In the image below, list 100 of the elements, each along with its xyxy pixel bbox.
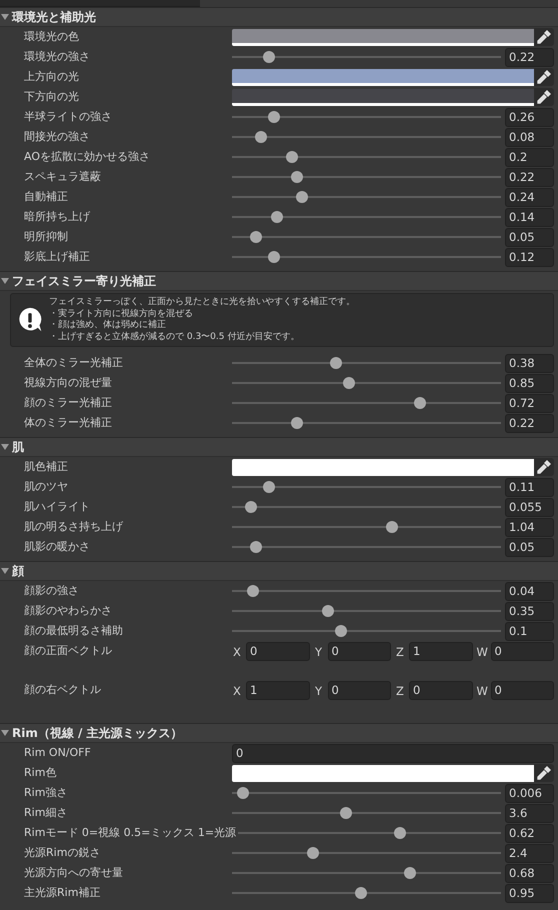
number-field[interactable]: 1 [409,642,472,661]
slider-thumb[interactable] [291,417,304,429]
foldout-arrow-icon[interactable] [1,443,9,451]
number-field[interactable]: 0.006 [505,784,554,802]
number-field[interactable]: 0.24 [505,188,554,206]
property-label: 顔影の強さ [24,584,80,598]
slider-thumb[interactable] [404,867,416,879]
number-field[interactable]: 0 [328,681,391,700]
foldout-arrow-icon[interactable] [1,567,9,575]
property-label: 下方向の光 [24,90,80,104]
number-field[interactable]: 0 [328,642,391,661]
section-header[interactable]: 肌 [0,437,558,457]
slider-thumb[interactable] [244,501,257,513]
foldout-arrow-icon[interactable] [1,729,9,737]
slider-thumb[interactable] [322,605,334,617]
number-field[interactable]: 0.62 [505,824,554,842]
slider-thumb[interactable] [286,151,298,163]
property-label: 半球ライトの強さ [24,110,113,124]
slider-thumb[interactable] [291,171,304,183]
color-swatch[interactable] [232,88,534,106]
slider-thumb[interactable] [268,111,280,123]
slider-thumb[interactable] [414,397,426,409]
slider-thumb[interactable] [237,787,250,799]
color-swatch[interactable] [232,68,534,86]
number-field[interactable]: 3.6 [505,804,554,822]
number-field[interactable]: 0 [490,642,554,661]
property-label: 顔影のやわらかさ [24,604,113,618]
property-label: 体のミラー光補正 [24,416,113,430]
slider-thumb[interactable] [296,191,308,203]
number-field[interactable]: 0.22 [505,414,554,432]
number-field[interactable]: 1 [246,681,310,700]
number-field[interactable]: 0 [246,642,310,661]
number-field[interactable]: 2.4 [505,844,554,862]
number-field[interactable]: 0.05 [505,228,554,246]
axis-label: X [232,644,242,658]
section-header[interactable]: 顔 [0,561,558,581]
number-field[interactable]: 0 [409,681,472,700]
number-field[interactable]: 0.85 [505,374,554,392]
section-header[interactable]: Rim（視線 / 主光源ミックス） [0,723,558,743]
property-label: 光源Rimの鋭さ [24,846,102,860]
color-swatch[interactable] [232,458,534,476]
number-field[interactable]: 0.08 [505,128,554,146]
number-field[interactable]: 0.22 [505,48,554,66]
slider-thumb[interactable] [306,847,319,859]
eyedropper-icon[interactable] [534,68,554,86]
property-label: 明所抑制 [24,230,69,244]
eyedropper-icon[interactable] [534,764,554,782]
color-swatch[interactable] [232,764,534,782]
slider-thumb[interactable] [250,231,262,243]
slider-thumb[interactable] [334,625,347,637]
number-field[interactable]: 0.22 [505,168,554,186]
slider-thumb[interactable] [250,541,262,553]
number-field[interactable]: 0.05 [505,538,554,556]
number-field[interactable]: 0.11 [505,478,554,496]
slider-thumb[interactable] [342,377,354,389]
slider-thumb[interactable] [255,131,268,143]
eyedropper-icon[interactable] [534,28,554,46]
number-field[interactable]: 0.26 [505,108,554,126]
number-field[interactable]: 0.055 [505,498,554,516]
slider-thumb[interactable] [330,357,342,369]
number-field[interactable]: 0.04 [505,582,554,600]
foldout-arrow-icon[interactable] [1,13,9,21]
color-swatch[interactable] [232,28,534,46]
slider-thumb[interactable] [262,481,275,493]
number-field[interactable]: 0.68 [505,864,554,882]
slider-thumb[interactable] [268,251,280,263]
number-field[interactable]: 0.38 [505,354,554,372]
number-field[interactable]: 0 [490,681,554,700]
section-header[interactable]: フェイスミラー寄り光補正 [0,271,558,291]
number-field[interactable]: 0.2 [505,148,554,166]
eyedropper-icon[interactable] [534,458,554,476]
property-label: Rim細さ [24,806,68,820]
property-label: 視線方向の混ぜ量 [24,376,113,390]
slider-thumb[interactable] [247,585,260,597]
slider-thumb[interactable] [270,211,283,223]
number-field[interactable]: 0.1 [505,622,554,640]
number-field[interactable]: 0.14 [505,208,554,226]
number-field[interactable]: 1.04 [505,518,554,536]
number-field[interactable]: 0.35 [505,602,554,620]
property-label: 光源方向への寄せ量 [24,866,124,880]
slider-thumb[interactable] [355,887,368,899]
property-label: 顔のミラー光補正 [24,396,113,410]
slider-thumb[interactable] [340,807,352,819]
axis-label: Z [395,644,405,658]
help-text: ・実ライト方向に視線方向を混ぜる [49,308,194,320]
foldout-arrow-icon[interactable] [1,277,9,285]
section-header[interactable]: 環境光と補助光 [0,7,558,27]
slider-thumb[interactable] [386,521,398,533]
number-field[interactable]: 0.12 [505,248,554,266]
number-field[interactable]: 0.72 [505,394,554,412]
number-field[interactable]: 0 [232,744,554,762]
property-label: Rim強さ [24,786,68,800]
number-field[interactable]: 0.95 [505,884,554,902]
slider-thumb[interactable] [262,51,275,63]
help-text: フェイスミラーっぽく、正面から見たときに光を拾いやすくする補正です。 [49,297,355,308]
axis-label: W [476,644,486,658]
slider-thumb[interactable] [394,827,406,839]
property-label: 肌の明るさ持ち上げ [24,520,124,534]
property-label: Rim ON/OFF [24,746,92,760]
eyedropper-icon[interactable] [534,88,554,106]
